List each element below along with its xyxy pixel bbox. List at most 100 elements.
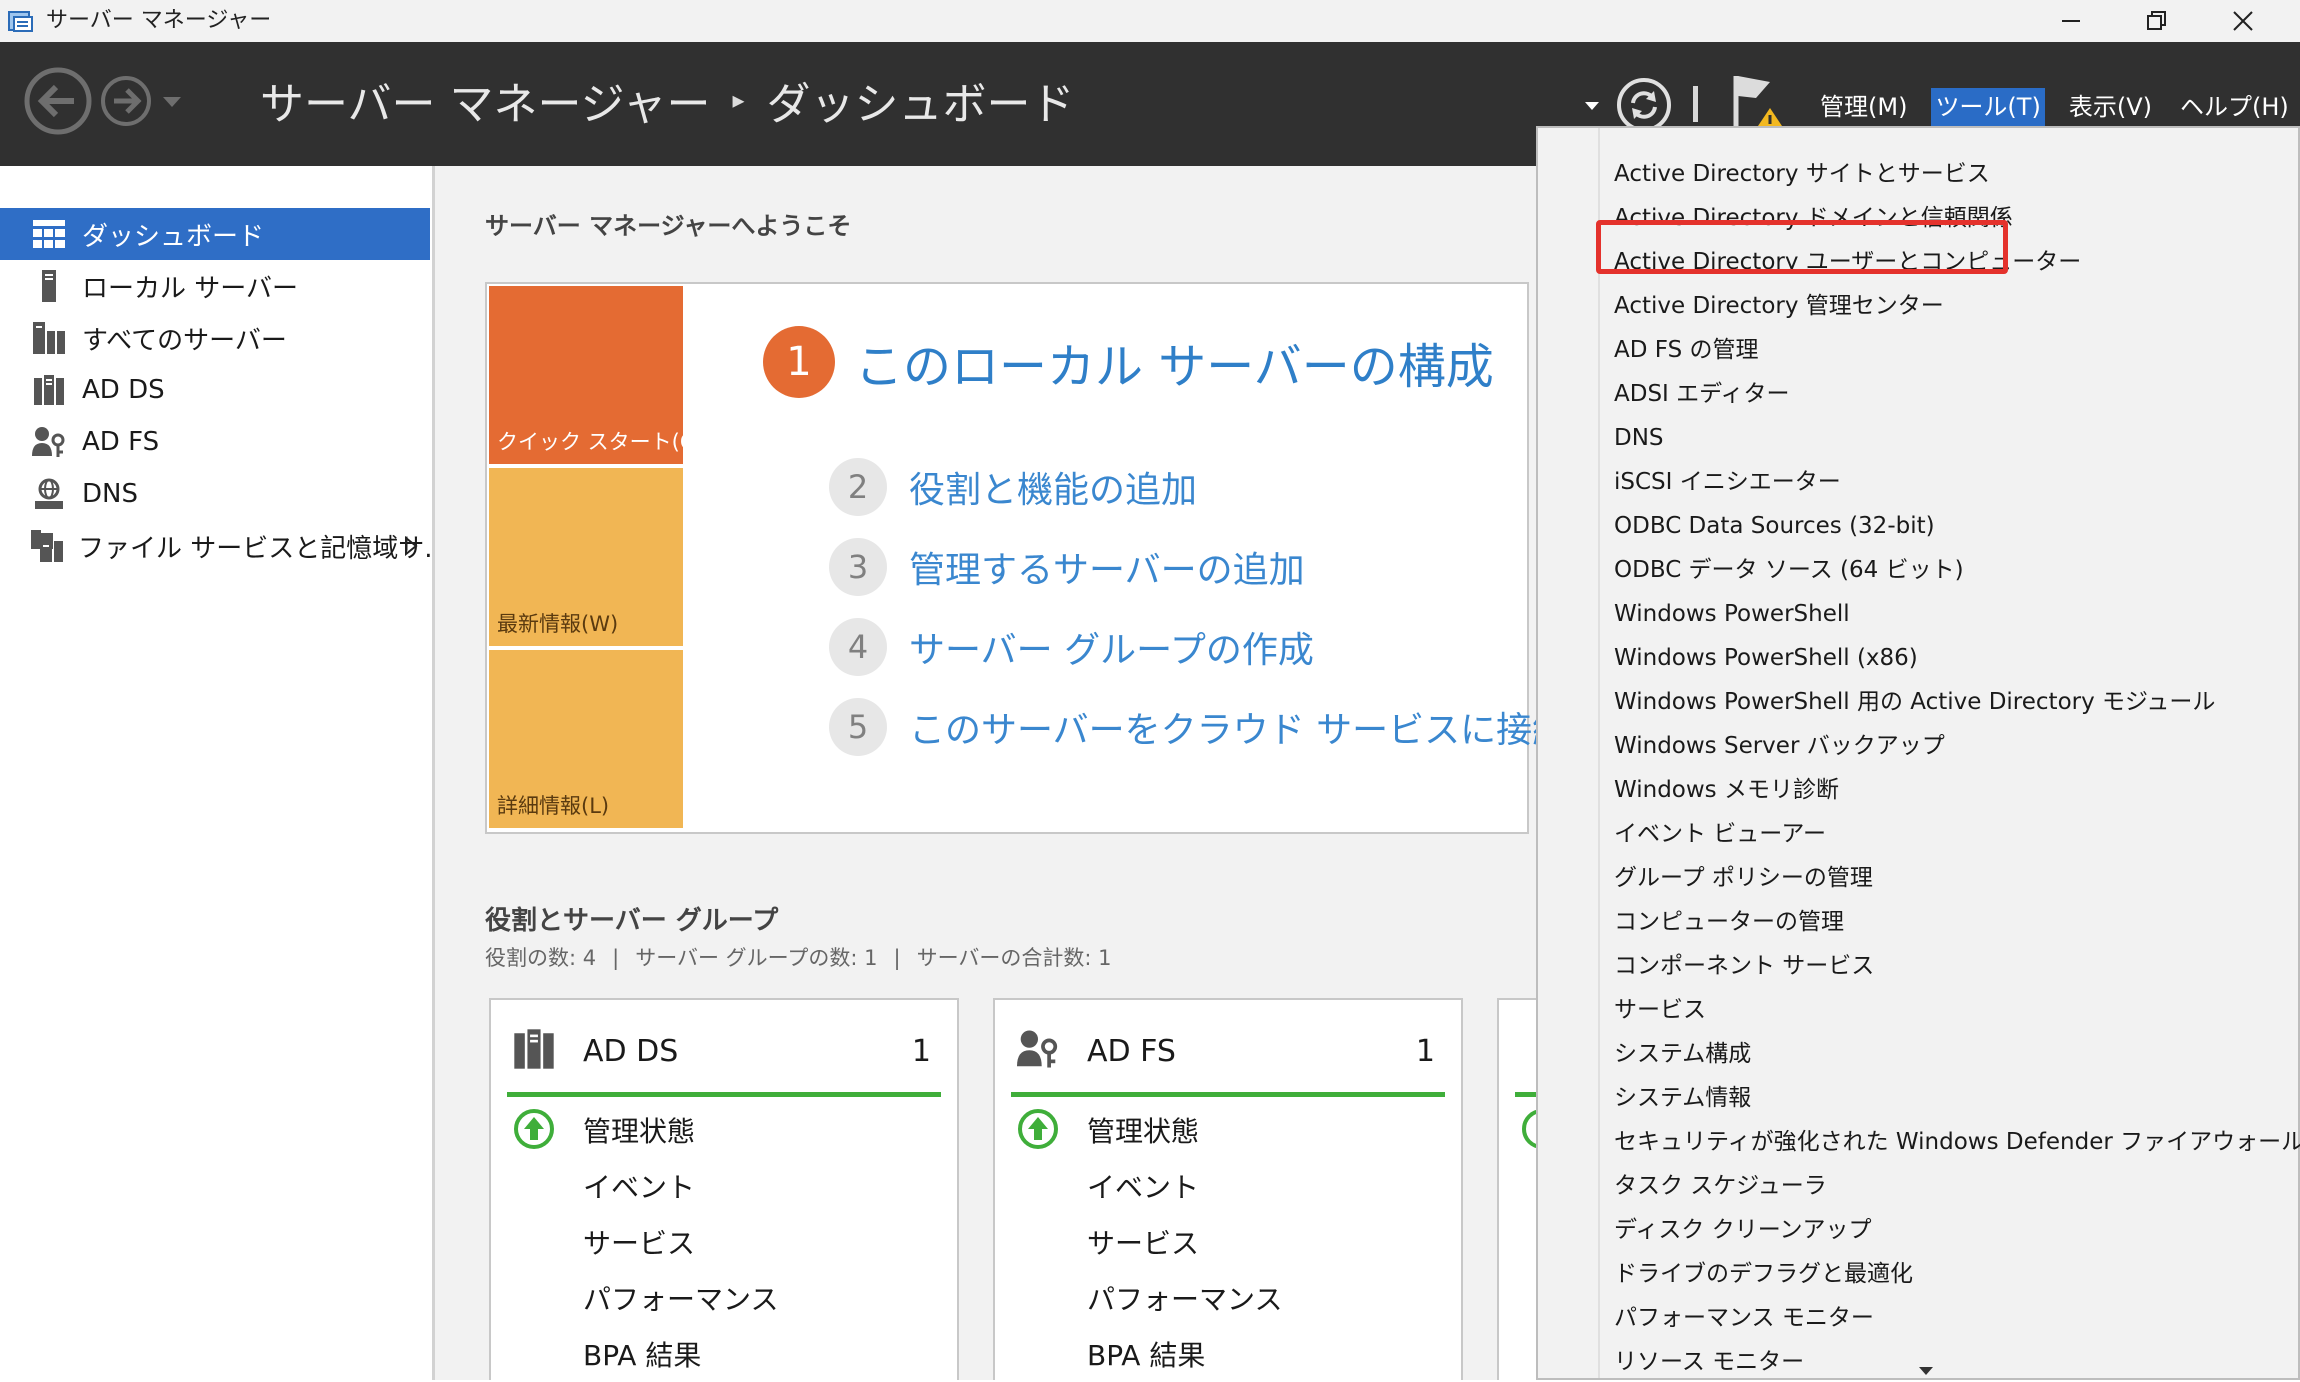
close-button[interactable] (2200, 0, 2286, 42)
tools-menu-item[interactable]: Windows Server バックアップ (1614, 726, 1945, 766)
step-add-servers[interactable]: 3 管理するサーバーの追加 (829, 538, 1305, 596)
scroll-down-arrow-icon[interactable] (1918, 1366, 1934, 1376)
step-add-roles[interactable]: 2 役割と機能の追加 (829, 458, 1197, 516)
minimize-button[interactable] (2028, 0, 2114, 42)
sidebar-item-dashboard[interactable]: ダッシュボード (0, 208, 430, 260)
tools-menu-item[interactable]: イベント ビューアー (1614, 814, 1826, 854)
menu-help[interactable]: ヘルプ(H) (2176, 88, 2293, 126)
expand-arrow-icon[interactable] (404, 536, 418, 556)
tools-menu-item[interactable]: システム情報 (1614, 1078, 1751, 1118)
tools-menu-item[interactable]: ODBC Data Sources (32-bit) (1614, 506, 1935, 546)
step-create-server-group[interactable]: 4 サーバー グループの作成 (829, 618, 1314, 676)
tools-menu-item[interactable]: コンポーネント サービス (1614, 946, 1874, 986)
tile-learn-more[interactable]: 詳細情報(L) (489, 650, 683, 828)
tile-whats-new[interactable]: 最新情報(W) (489, 468, 683, 646)
tools-menu-item[interactable]: Windows PowerShell (1614, 594, 1850, 634)
role-card-ad-fs[interactable]: AD FS 1 管理状態 イベント サービス パフォーマンス BPA 結果 (993, 998, 1463, 1380)
row-events[interactable]: イベント (1087, 1166, 1199, 1206)
step-connect-cloud[interactable]: 5 このサーバーをクラウド サービスに接続する (829, 698, 1640, 756)
header-divider (1693, 86, 1698, 122)
step-link-text[interactable]: 役割と機能の追加 (909, 461, 1197, 513)
tools-menu-item[interactable]: DNS (1614, 418, 1664, 458)
row-events[interactable]: イベント (583, 1166, 695, 1206)
restore-icon (2147, 11, 2166, 30)
tools-menu-item[interactable]: Active Directory ドメインと信頼関係 (1614, 198, 2013, 238)
sidebar: ダッシュボード ローカル サーバー すべてのサーバー AD DS AD FS D… (0, 166, 449, 1380)
tools-menu-item[interactable]: セキュリティが強化された Windows Defender ファイアウォール (1614, 1122, 2300, 1162)
servers-icon (30, 319, 68, 357)
minimize-icon (2062, 20, 2080, 22)
menu-manage[interactable]: 管理(M) (1816, 88, 1911, 126)
roles-count: 役割の数: 4 (485, 946, 597, 970)
status-up-arrow-icon (514, 1109, 554, 1149)
tools-menu-item[interactable]: Windows PowerShell 用の Active Directory モ… (1614, 682, 2215, 722)
tools-menu-item[interactable]: ADSI エディター (1614, 374, 1790, 414)
sidebar-item-all-servers[interactable]: すべてのサーバー (0, 312, 430, 364)
tools-menu-item[interactable]: Windows PowerShell (x86) (1614, 638, 1918, 678)
roles-summary: 役割の数: 4 | サーバー グループの数: 1 | サーバーの合計数: 1 (485, 946, 1112, 970)
roles-section-title: 役割とサーバー グループ (485, 906, 779, 936)
history-dropdown-icon[interactable] (160, 94, 184, 110)
row-manageability[interactable]: 管理状態 (583, 1110, 695, 1150)
menu-tools[interactable]: ツール(T) (1931, 88, 2045, 126)
step-link-text[interactable]: サーバー グループの作成 (909, 621, 1314, 673)
role-card-ad-ds[interactable]: AD DS 1 管理状態 イベント サービス パフォーマンス BPA 結果 (489, 998, 959, 1380)
sidebar-item-label: ローカル サーバー (82, 273, 299, 304)
row-services[interactable]: サービス (1087, 1222, 1199, 1262)
tools-menu-item[interactable]: ディスク クリーンアップ (1614, 1210, 1872, 1250)
menu-bar: 管理(M) ツール(T) 表示(V) ヘルプ(H) (1816, 88, 2300, 126)
tools-menu-item[interactable]: システム構成 (1614, 1034, 1751, 1074)
row-bpa-results[interactable]: BPA 結果 (583, 1334, 701, 1374)
tools-menu-item[interactable]: パフォーマンス モニター (1614, 1298, 1874, 1338)
tools-menu-item[interactable]: Active Directory 管理センター (1614, 286, 1944, 326)
tile-label: 最新情報(W) (497, 612, 619, 636)
breadcrumb-root[interactable]: サーバー マネージャー (260, 68, 710, 132)
tools-menu-item[interactable]: サービス (1614, 990, 1706, 1030)
sidebar-item-local-server[interactable]: ローカル サーバー (0, 260, 430, 312)
sidebar-item-dns[interactable]: DNS (0, 468, 430, 520)
tools-menu-item[interactable]: Active Directory ユーザーとコンピューター (1614, 242, 2081, 282)
tools-menu-item[interactable]: Active Directory サイトとサービス (1614, 154, 1990, 194)
server-icon (30, 267, 68, 305)
tools-menu-item[interactable]: iSCSI イニシエーター (1614, 462, 1841, 502)
step-link-text[interactable]: このローカル サーバーの構成 (855, 327, 1494, 397)
ad-ds-icon (514, 1029, 554, 1069)
step-number-badge: 4 (829, 618, 887, 676)
menu-gutter (1598, 128, 1600, 1378)
row-performance[interactable]: パフォーマンス (583, 1278, 778, 1318)
step-link-text[interactable]: 管理するサーバーの追加 (909, 541, 1305, 593)
tools-menu-item[interactable]: リソース モニター (1614, 1342, 1804, 1382)
forward-button[interactable] (100, 75, 152, 127)
step-configure-local-server[interactable]: 1 このローカル サーバーの構成 (763, 326, 1494, 398)
restore-button[interactable] (2114, 0, 2200, 42)
step-number-badge: 1 (763, 326, 835, 398)
tile-quick-start[interactable]: クイック スタート(Q) (489, 286, 705, 464)
tools-menu-item[interactable]: Windows メモリ診断 (1614, 770, 1839, 810)
tools-menu-item[interactable]: タスク スケジューラ (1614, 1166, 1827, 1206)
header-dropdown-icon[interactable] (1584, 100, 1600, 112)
sidebar-item-file-services[interactable]: ファイル サービスと記憶域サ... (0, 520, 449, 572)
row-bpa-results[interactable]: BPA 結果 (1087, 1334, 1205, 1374)
notifications-flag-icon[interactable] (1730, 70, 1790, 134)
step-link-text[interactable]: このサーバーをクラウド サービスに接続する (909, 701, 1640, 753)
window-title: サーバー マネージャー (46, 8, 272, 33)
row-services[interactable]: サービス (583, 1222, 695, 1262)
row-performance[interactable]: パフォーマンス (1087, 1278, 1282, 1318)
role-card-count: 1 (1415, 1034, 1435, 1069)
menu-view[interactable]: 表示(V) (2065, 88, 2156, 126)
tools-menu-item[interactable]: ODBC データ ソース (64 ビット) (1614, 550, 1964, 590)
tools-menu-item[interactable]: グループ ポリシーの管理 (1614, 858, 1873, 898)
tools-menu-item[interactable]: AD FS の管理 (1614, 330, 1759, 370)
sidebar-item-label: ダッシュボード (82, 221, 265, 252)
refresh-icon[interactable] (1616, 77, 1672, 133)
role-card-title[interactable]: AD DS (583, 1034, 678, 1069)
back-button[interactable] (24, 67, 92, 135)
tools-menu-item[interactable]: コンピューターの管理 (1614, 902, 1844, 942)
tools-menu-item[interactable]: ドライブのデフラグと最適化 (1614, 1254, 1913, 1294)
server-groups-count: サーバー グループの数: 1 (635, 946, 878, 970)
sidebar-item-ad-ds[interactable]: AD DS (0, 364, 430, 416)
row-manageability[interactable]: 管理状態 (1087, 1110, 1199, 1150)
sidebar-item-ad-fs[interactable]: AD FS (0, 416, 430, 468)
role-card-title[interactable]: AD FS (1087, 1034, 1176, 1069)
step-number-badge: 3 (829, 538, 887, 596)
